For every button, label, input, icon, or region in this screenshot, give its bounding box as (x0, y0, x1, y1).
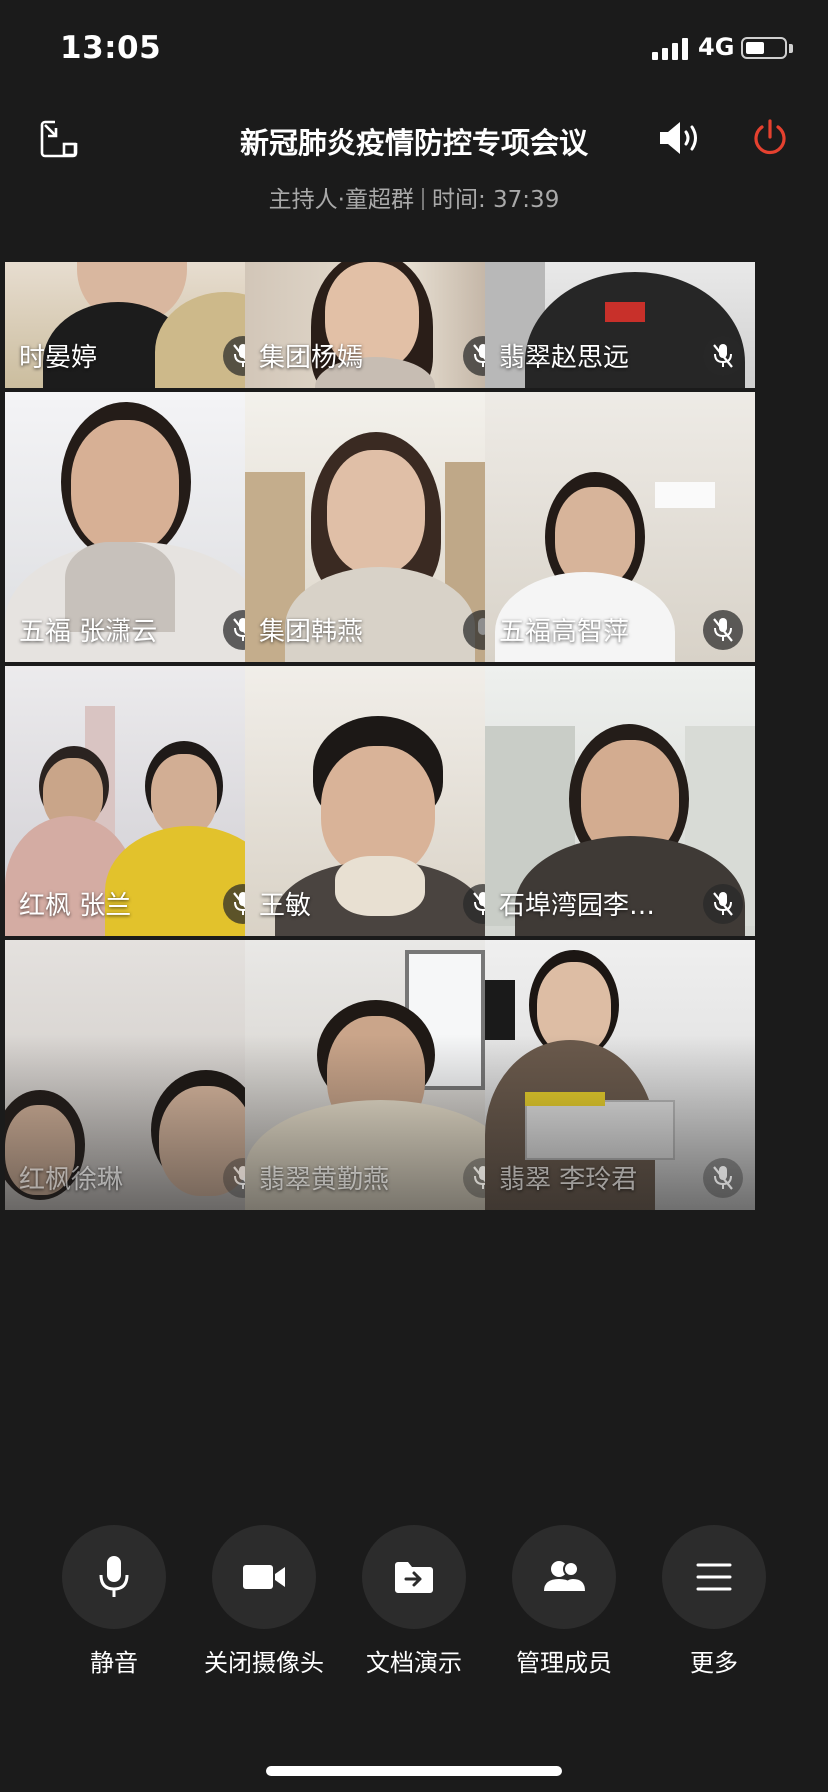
participant-name: 翡翠 李玲君 (499, 1165, 638, 1195)
participant-face (151, 754, 217, 836)
doc-present-button-circle[interactable] (362, 1525, 466, 1629)
home-indicator[interactable] (266, 1766, 562, 1776)
divider (421, 188, 424, 210)
mic-muted-icon (713, 892, 733, 916)
battery-level (746, 42, 764, 54)
camera-button-circle[interactable] (212, 1525, 316, 1629)
participant-name: 集团韩燕 (259, 617, 364, 647)
battery-icon (741, 37, 787, 59)
mute-button[interactable]: 静音 (39, 1525, 189, 1678)
meeting-subtitle: 主持人·童超群 时间: 37:39 (160, 180, 668, 214)
participant-name: 王敏 (259, 891, 312, 921)
mute-label: 静音 (90, 1649, 138, 1677)
participant-name: 时晏婷 (19, 343, 98, 373)
video-tile[interactable]: 红枫徐琳 (5, 940, 275, 1210)
participant-name: 集团杨嫣 (259, 343, 364, 373)
minimize-window-icon (40, 120, 78, 158)
meeting-title: 新冠肺炎疫情防控专项会议 (239, 126, 588, 160)
video-tile[interactable]: 集团杨嫣 (245, 262, 515, 388)
minimize-window-button[interactable] (36, 116, 82, 162)
leave-meeting-button[interactable] (748, 116, 792, 160)
doc-present-button[interactable]: 文档演示 (339, 1525, 489, 1678)
participant-name: 红枫 张兰 (19, 891, 132, 921)
mic-muted-icon (713, 344, 733, 368)
shirt-logo (605, 302, 645, 322)
mic-status[interactable] (703, 1158, 743, 1198)
folder-share-icon (395, 1562, 433, 1593)
mic-muted-icon (713, 1166, 733, 1190)
video-camera-icon (243, 1565, 285, 1589)
speaker-button[interactable] (654, 116, 706, 160)
battery-cap (789, 44, 793, 53)
manage-members-button[interactable]: 管理成员 (489, 1525, 639, 1678)
status-bar: 13:05 4G (0, 0, 828, 100)
participant-name: 石埠湾园李… (499, 891, 656, 921)
video-tile[interactable]: 石埠湾园李… (485, 666, 755, 936)
video-tile[interactable]: 王敏 (245, 666, 515, 936)
participant-name: 五福高智萍 (499, 617, 630, 647)
camera-off-button[interactable]: 关闭摄像头 (189, 1525, 339, 1678)
video-tile[interactable]: 时晏婷 (5, 262, 275, 388)
ceiling-light (655, 482, 715, 508)
participant-name: 翡翠黄勤燕 (259, 1165, 390, 1195)
video-tile[interactable]: 五福 张潇云 (5, 392, 275, 662)
network-type: 4G (698, 33, 735, 61)
participant-scarf (335, 856, 425, 916)
participant-name: 五福 张潇云 (19, 617, 158, 647)
mute-button-circle[interactable] (62, 1525, 166, 1629)
menu-icon (696, 1563, 732, 1591)
signal-strength-icon (652, 36, 692, 60)
participant-name: 红枫徐琳 (19, 1165, 124, 1195)
video-tile[interactable]: 五福高智萍 (485, 392, 755, 662)
more-label: 更多 (690, 1649, 738, 1677)
video-grid: 时晏婷 集团杨嫣 翡翠赵思远 五福 张潇云 集团韩燕 五福高智萍 红枫 张兰 王… (5, 262, 823, 1210)
members-icon (544, 1561, 585, 1591)
video-tile[interactable]: 红枫 张兰 (5, 666, 275, 936)
mic-status[interactable] (703, 336, 743, 376)
mic-status[interactable] (703, 610, 743, 650)
host-label: 主持人·童超群 (268, 187, 414, 213)
microphone-icon (99, 1556, 129, 1597)
video-tile[interactable]: 翡翠黄勤燕 (245, 940, 515, 1210)
participant-face (327, 450, 425, 574)
power-icon (754, 119, 786, 155)
status-time: 13:05 (60, 30, 162, 66)
mic-status[interactable] (703, 884, 743, 924)
doc-present-label: 文档演示 (366, 1649, 462, 1677)
manage-members-label: 管理成员 (516, 1649, 612, 1677)
video-tile[interactable]: 翡翠赵思远 (485, 262, 755, 388)
meeting-controls: 静音 关闭摄像头 文档演示 管理成员 更多 (0, 1525, 828, 1705)
participant-face (71, 420, 179, 552)
speaker-icon (660, 122, 697, 154)
more-button[interactable]: 更多 (639, 1525, 789, 1678)
mic-muted-icon (713, 618, 733, 642)
meeting-duration: 时间: 37:39 (431, 187, 560, 213)
camera-off-label: 关闭摄像头 (204, 1649, 324, 1677)
manage-members-button-circle[interactable] (512, 1525, 616, 1629)
participant-name: 翡翠赵思远 (499, 343, 630, 373)
video-tile[interactable]: 翡翠 李玲君 (485, 940, 755, 1210)
video-tile[interactable]: 集团韩燕 (245, 392, 515, 662)
more-button-circle[interactable] (662, 1525, 766, 1629)
